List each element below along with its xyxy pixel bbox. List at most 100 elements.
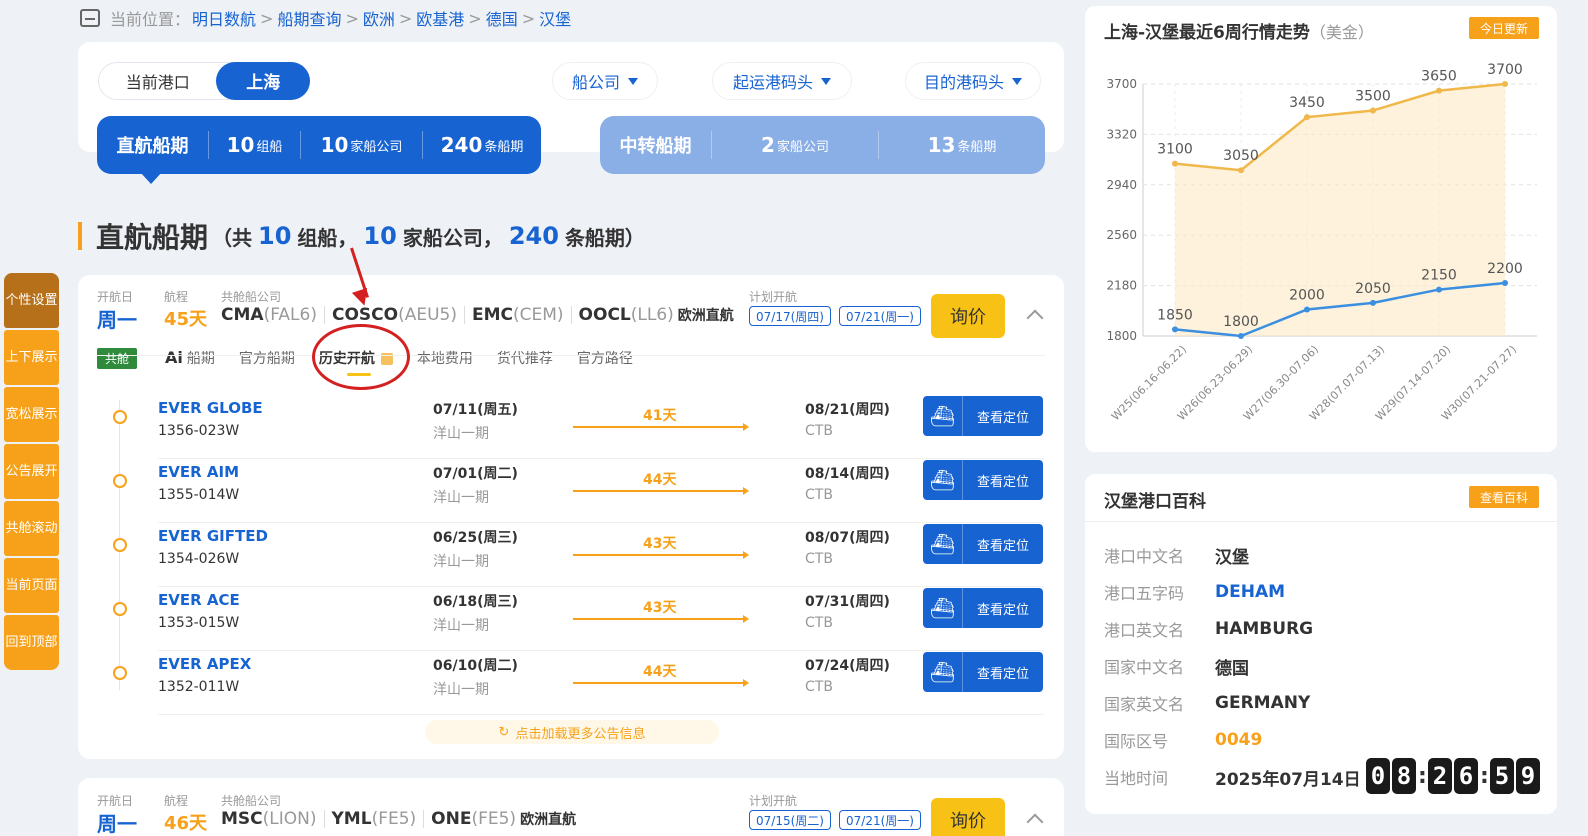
info-row: 当地时间 2025年07月14日 [1104,769,1361,790]
duration-label: 航程 [164,290,189,304]
y-tick-label: 3320 [1106,127,1137,141]
sidenav-vertical-display[interactable]: 上下展示 [4,330,59,385]
series-area [1175,84,1505,336]
vessel-name[interactable]: EVER GLOBE [158,399,263,417]
transit-schedule-tab[interactable]: 中转船期 2 家船公司 13 条船期 [600,116,1045,174]
duration-label: 航程 [164,794,189,808]
vessel-name[interactable]: EVER GIFTED [158,527,268,545]
section-title: 直航船期 （共 10 组船， 10 家船公司， 240 条船期） [78,216,645,256]
inquiry-button[interactable]: 询价 [931,798,1005,836]
port-switch[interactable]: 当前港口 上海 [98,61,310,100]
timeline-dot [113,602,127,616]
breadcrumb-link[interactable]: 船期查询 [277,6,341,30]
locate-button[interactable]: ⛴ 查看定位 [923,588,1043,628]
tab-local-fees[interactable]: 本地费用 [417,348,473,368]
breadcrumb-link[interactable]: 明日数航 [192,6,256,30]
data-point [1502,81,1508,87]
tab-ai-schedule[interactable]: Ai 船期 [165,348,215,368]
departure-date: 06/10(周二) [433,658,518,674]
port-info-title: 汉堡港口百科 [1104,492,1206,512]
arrival-terminal: CTB [805,679,833,695]
carrier-dropdown[interactable]: 船公司 [552,62,658,100]
data-point [1370,107,1376,114]
data-label: 3500 [1355,89,1391,105]
dest-terminal-dropdown[interactable]: 目的港码头 [905,62,1041,100]
departure-terminal: 洋山一期 [433,618,489,634]
tab-official-route[interactable]: 官方路径 [577,348,633,368]
timeline-dot [113,474,127,488]
sidenav-back-to-top[interactable]: 回到顶部 [4,615,59,670]
side-toolbar: 个性设置 上下展示 宽松展示 公告展开 共舱滚动 当前页面 回到顶部 [4,273,59,670]
departure-date: 07/11(周五) [433,402,518,418]
caret-down-icon [1012,77,1022,85]
table-row: EVER AIM 1355-014W 07/01(周二) 洋山一期 44天 08… [104,459,1048,523]
data-point [1370,299,1376,306]
table-row: EVER GLOBE 1356-023W 07/11(周五) 洋山一期 41天 … [104,395,1048,459]
info-row: 港口中文名 汉堡 [1104,547,1249,568]
data-point [1238,167,1244,174]
day-label: 开航日 [97,290,134,304]
departure-day: 周一 [97,812,137,836]
inquiry-button[interactable]: 询价 [931,294,1005,338]
data-point [1304,114,1310,121]
today-update-badge[interactable]: 今日更新 [1469,17,1539,39]
arrival-date: 08/07(周四) [805,530,890,546]
direct-schedule-tab[interactable]: 直航船期 10 组船 10 家船公司 240 条船期 [97,116,541,174]
info-row: 国家英文名 GERMANY [1104,693,1311,714]
plan-date[interactable]: 07/21(周一) [839,810,921,830]
vessel-name[interactable]: EVER APEX [158,655,251,673]
y-tick-label: 2180 [1106,279,1137,293]
vessel-name[interactable]: EVER AIM [158,463,239,481]
locate-button[interactable]: ⛴ 查看定位 [923,396,1043,436]
voyage-number: 1352-011W [158,679,240,695]
caret-down-icon [821,77,831,85]
locate-button[interactable]: ⛴ 查看定位 [923,460,1043,500]
timeline-dot [113,666,127,680]
breadcrumb: 当前位置： 明日数航 > 船期查询 > 欧洲 > 欧基港 > 德国 > 汉堡 [80,6,571,30]
arrival-terminal: CTB [805,487,833,503]
ship-icon: ⛴ [923,460,963,500]
transit-days: 41天 [643,408,677,424]
carrier-list: MSC(LION) YML(FE5) ONE(FE5) 欧洲直航 [221,809,577,829]
route-arrow-icon [573,423,749,431]
vessel-name[interactable]: EVER ACE [158,591,240,609]
breadcrumb-link[interactable]: 汉堡 [539,6,571,30]
active-tab-pointer [140,172,162,184]
table-row: EVER ACE 1353-015W 06/18(周三) 洋山一期 43天 07… [104,587,1048,651]
plan-date[interactable]: 07/15(周二) [749,810,831,830]
locate-button[interactable]: ⛴ 查看定位 [923,524,1043,564]
info-row: 国际区号 0049 [1104,730,1263,751]
breadcrumb-link[interactable]: 德国 [486,6,518,30]
info-row: 港口英文名 HAMBURG [1104,619,1314,640]
load-more-button[interactable]: ↻ 点击加载更多公告信息 [425,720,719,744]
plan-date[interactable]: 07/17(周四) [749,306,831,326]
locate-button[interactable]: ⛴ 查看定位 [923,652,1043,692]
sidenav-shared-scroll[interactable]: 共舱滚动 [4,501,59,556]
breadcrumb-link[interactable]: 欧基港 [416,6,464,30]
departure-terminal: 洋山一期 [433,682,489,698]
breadcrumb-link[interactable]: 欧洲 [363,6,395,30]
voyage-number: 1353-015W [158,615,240,631]
sidenav-current-page[interactable]: 当前页面 [4,558,59,613]
data-point [1436,87,1442,94]
transit-days: 43天 [643,600,677,616]
tab-official-schedule[interactable]: 官方船期 [239,348,295,368]
port-switch-label: 当前港口 [125,73,190,92]
plan-date[interactable]: 07/21(周一) [839,306,921,326]
view-wiki-button[interactable]: 查看百科 [1469,486,1539,508]
shared-carriers-label: 共舱船公司 [221,290,282,304]
data-label: 2200 [1487,261,1523,277]
sidenav-loose-display[interactable]: 宽松展示 [4,387,59,442]
table-row: EVER GIFTED 1354-026W 06/25(周三) 洋山一期 43天… [104,523,1048,587]
plan-label: 计划开航 [749,794,798,808]
data-point [1502,279,1508,286]
origin-terminal-dropdown[interactable]: 起运港码头 [712,62,852,100]
departure-terminal: 洋山一期 [433,554,489,570]
sidenav-expand-notice[interactable]: 公告展开 [4,444,59,499]
tab-forwarder-recommend[interactable]: 货代推荐 [497,348,553,368]
data-label: 1800 [1223,314,1259,330]
y-tick-label: 2560 [1106,228,1137,242]
port-switch-value[interactable]: 上海 [216,61,310,100]
arrival-date: 08/14(周四) [805,466,890,482]
sidenav-personal-settings[interactable]: 个性设置 [4,273,59,328]
